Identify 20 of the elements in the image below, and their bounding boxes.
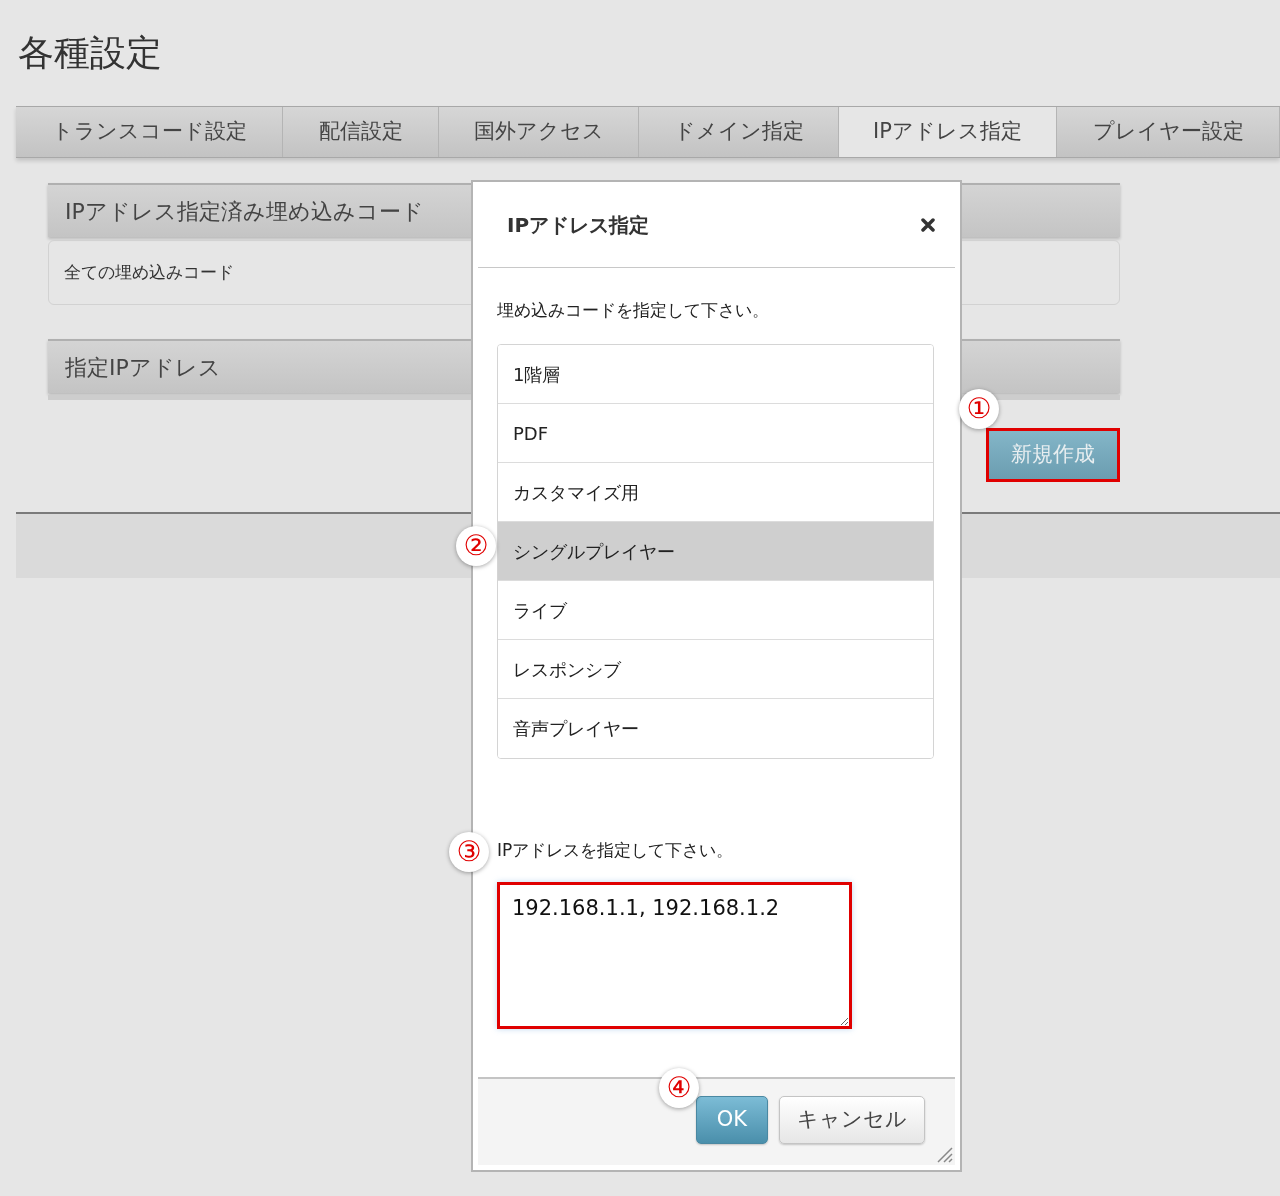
ip-prompt: IPアドレスを指定して下さい。 xyxy=(497,839,735,862)
tab[interactable]: 配信設定 xyxy=(283,107,439,157)
tab[interactable]: トランスコード設定 xyxy=(16,107,283,157)
body-text: 全ての埋め込みコード xyxy=(64,260,234,284)
embed-prompt: 埋め込みコードを指定して下さい。 xyxy=(497,299,770,322)
dialog-title: IPアドレス指定 xyxy=(507,211,650,239)
tab[interactable]: ドメイン指定 xyxy=(639,107,839,157)
close-icon[interactable] xyxy=(921,217,935,232)
embed-option[interactable]: 1階層 xyxy=(498,345,933,404)
section-title: IPアドレス指定済み埋め込みコード xyxy=(65,197,424,226)
embed-option[interactable]: シングルプレイヤー xyxy=(498,522,933,581)
cancel-button[interactable]: キャンセル xyxy=(779,1096,925,1144)
page-title: 各種設定 xyxy=(18,31,162,75)
tab[interactable]: 国外アクセス xyxy=(439,107,639,157)
ip-field[interactable]: 192.168.1.1, 192.168.1.2 xyxy=(497,882,852,1029)
section-title: 指定IPアドレス xyxy=(65,353,221,382)
resize-grip-icon[interactable] xyxy=(935,1145,953,1163)
callout-number: ③ xyxy=(449,832,489,872)
tab[interactable]: プレイヤー設定 xyxy=(1057,107,1280,157)
tab[interactable]: IPアドレス指定 xyxy=(839,107,1057,157)
